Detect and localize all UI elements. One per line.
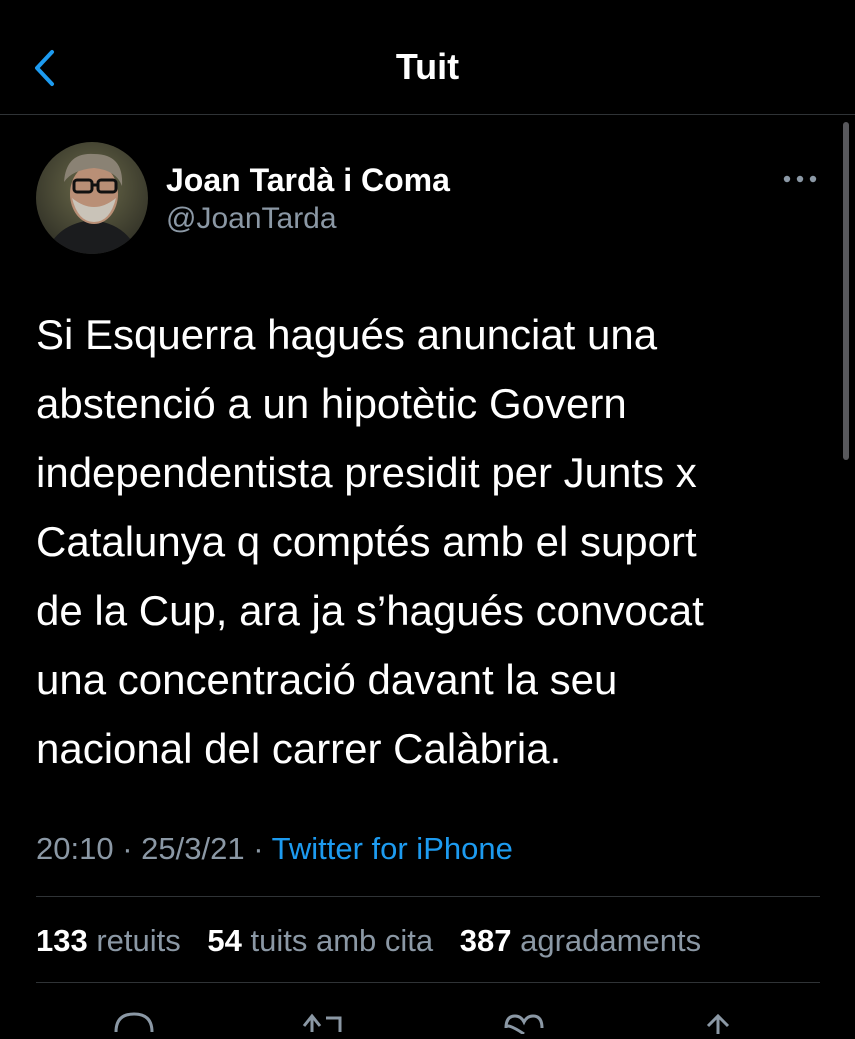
like-button[interactable]	[494, 1004, 554, 1036]
like-icon	[504, 1014, 544, 1036]
divider	[36, 896, 820, 897]
more-options-button[interactable]	[778, 166, 822, 192]
quotes-count: 54	[207, 923, 242, 958]
reply-button[interactable]	[104, 1004, 164, 1034]
author-name[interactable]: Joan Tardà i Coma	[166, 160, 450, 200]
avatar[interactable]	[36, 142, 148, 254]
meta-separator: ·	[122, 831, 133, 866]
page-title: Tuit	[395, 46, 460, 87]
quotes-stat[interactable]: 54 tuits amb cita	[207, 923, 433, 958]
quotes-label: tuits amb cita	[250, 923, 434, 958]
divider	[36, 982, 820, 983]
retweets-count: 133	[36, 923, 88, 958]
tweet-source-link[interactable]: Twitter for iPhone	[272, 831, 513, 866]
retweets-stat[interactable]: 133 retuits	[36, 923, 181, 958]
tweet-time: 20:10	[36, 831, 114, 866]
top-bar: Tuit	[0, 0, 855, 115]
scrollbar[interactable]	[843, 122, 849, 460]
share-button[interactable]	[688, 1004, 748, 1034]
retweet-icon	[302, 1013, 342, 1032]
likes-count: 387	[459, 923, 512, 958]
likes-stat[interactable]: 387 agradaments	[460, 923, 701, 958]
more-horizontal-icon	[783, 175, 817, 183]
avatar-photo	[36, 142, 148, 254]
engagement-stats: 133 retuits 54 tuits amb cita 387 agrada…	[36, 920, 719, 962]
meta-separator: ·	[253, 831, 264, 866]
reply-icon	[114, 1012, 154, 1033]
tweet-date: 25/3/21	[141, 831, 245, 866]
likes-label: agradaments	[520, 923, 702, 958]
tweet-meta: 20:10 · 25/3/21 · Twitter for iPhone	[36, 828, 513, 870]
action-bar	[0, 1004, 855, 1036]
tweet-text: Si Esquerra hagués anunciat una abstenci…	[36, 311, 704, 772]
retweets-label: retuits	[96, 923, 181, 958]
author-handle[interactable]: @JoanTarda	[166, 200, 337, 238]
share-icon	[706, 1013, 730, 1034]
retweet-button[interactable]	[296, 1004, 356, 1034]
